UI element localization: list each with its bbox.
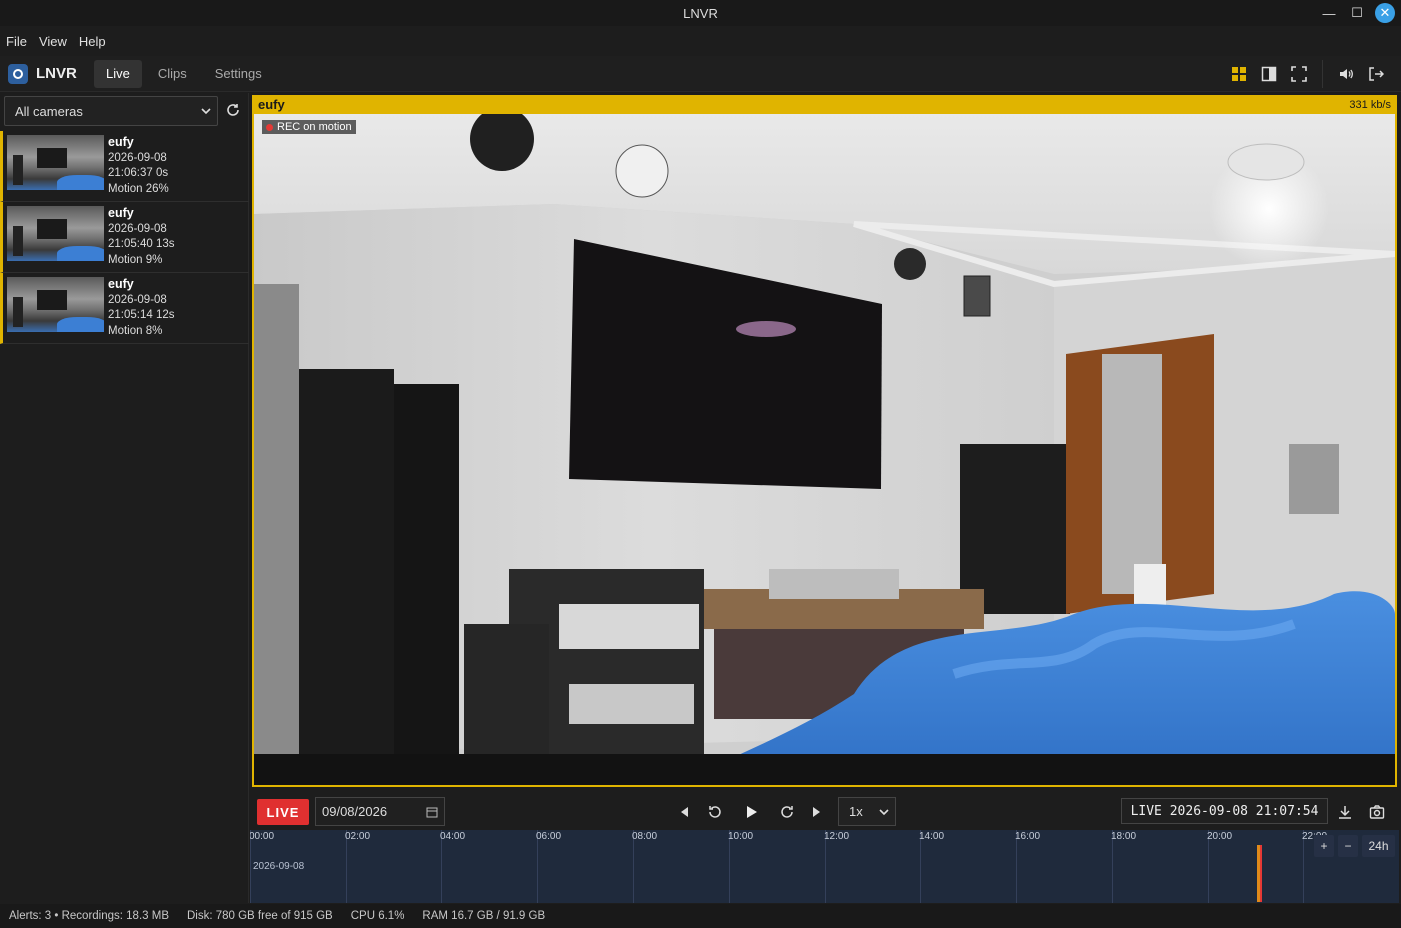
timeline-hour: 06:00 [536, 830, 561, 903]
event-date: 2026-09-08 [108, 151, 167, 164]
timeline-hour: 12:00 [824, 830, 849, 903]
event-time: 21:06:37 0s [108, 167, 169, 179]
status-bar: Alerts: 3 • Recordings: 18.3 MB Disk: 78… [0, 904, 1401, 928]
fullscreen-icon[interactable] [1286, 60, 1312, 88]
event-time: 21:05:14 12s [108, 309, 175, 321]
forward-icon[interactable] [775, 800, 799, 824]
timeline-hour: 20:00 [1207, 830, 1232, 903]
split-layout-icon[interactable] [1256, 60, 1282, 88]
camera-header: eufy 331 kb/s [252, 95, 1397, 114]
live-view: eufy 331 kb/s REC on motion [250, 93, 1401, 793]
previous-icon[interactable] [672, 800, 696, 824]
timeline-day-label: 2026-09-08 [253, 861, 305, 872]
zoom-out-button[interactable]: − [1338, 835, 1358, 857]
menu-help[interactable]: Help [73, 34, 112, 49]
playback-controls: LIVE 09/08/2026 1x LIVE 2026-09-08 21:07… [250, 794, 1401, 830]
event-thumbnail [7, 206, 104, 261]
timeline[interactable]: 00:00 02:00 04:00 06:00 08:00 10:00 12:0… [250, 830, 1399, 903]
event-motion: Motion 9% [108, 253, 163, 266]
app-toolbar: LNVR Live Clips Settings [0, 56, 1401, 92]
speed-select[interactable]: 1x [838, 797, 896, 826]
tab-clips[interactable]: Clips [146, 60, 199, 88]
camera-filter-value: All cameras [15, 103, 83, 119]
chevron-down-icon [879, 808, 889, 815]
menu-bar: File View Help [0, 28, 1401, 54]
status-alerts: Alerts: 3 • Recordings: 18.3 MB [9, 910, 169, 922]
event-thumbnail [7, 277, 104, 332]
event-motion: Motion 26% [108, 182, 169, 195]
window-title: LNVR [683, 5, 718, 21]
date-picker[interactable]: 09/08/2026 [315, 797, 445, 826]
event-camera: eufy [108, 206, 134, 220]
sidebar: All cameras eufy 2026-09-08 21:06:37 0s … [0, 93, 249, 903]
volume-icon[interactable] [1333, 60, 1359, 88]
close-icon[interactable]: ✕ [1375, 3, 1395, 23]
rewind-icon[interactable] [703, 800, 727, 824]
menu-view[interactable]: View [33, 34, 73, 49]
toolbar-divider [1322, 60, 1323, 88]
timeline-hour: 18:00 [1111, 830, 1136, 903]
timeline-hour: 10:00 [728, 830, 753, 903]
speed-value: 1x [849, 804, 863, 819]
camera-image [254, 114, 1395, 785]
recording-indicator: REC on motion [262, 120, 356, 134]
status-ram: RAM 16.7 GB / 91.9 GB [422, 910, 546, 922]
next-icon[interactable] [805, 800, 829, 824]
chevron-down-icon [201, 108, 211, 115]
timeline-hour: 22:00 [1302, 830, 1327, 903]
event-date: 2026-09-08 [108, 293, 167, 306]
app-logo: LNVR [8, 63, 94, 84]
rec-dot-icon [266, 123, 273, 131]
grid-layout-icon[interactable] [1226, 60, 1252, 88]
window-controls: — ☐ ✕ [1319, 3, 1395, 23]
current-timestamp: LIVE 2026-09-08 21:07:54 [1121, 798, 1328, 824]
event-item[interactable]: eufy 2026-09-08 21:06:37 0s Motion 26% [0, 131, 249, 202]
zoom-range-button[interactable]: 24h [1362, 835, 1395, 857]
logout-icon[interactable] [1363, 60, 1389, 88]
live-button[interactable]: LIVE [257, 799, 309, 825]
event-camera: eufy [108, 135, 134, 149]
camera-logo-icon [8, 63, 28, 84]
status-disk: Disk: 780 GB free of 915 GB [186, 910, 333, 922]
camera-name: eufy [258, 97, 285, 112]
event-motion: Motion 8% [108, 324, 163, 337]
calendar-icon[interactable] [426, 806, 438, 818]
view-tools [1226, 60, 1389, 88]
status-cpu: CPU 6.1% [350, 910, 405, 922]
event-list: eufy 2026-09-08 21:06:37 0s Motion 26% e… [0, 131, 249, 344]
camera-bitrate: 331 kb/s [1349, 98, 1391, 111]
minimize-icon[interactable]: — [1319, 3, 1339, 23]
maximize-icon[interactable]: ☐ [1347, 3, 1367, 23]
snapshot-icon[interactable] [1365, 800, 1389, 824]
zoom-in-button[interactable]: + [1314, 835, 1334, 857]
date-value: 09/08/2026 [322, 804, 388, 819]
window-titlebar: LNVR — ☐ ✕ [0, 0, 1401, 26]
app-name: LNVR [36, 65, 77, 82]
rec-status: REC on motion [277, 121, 352, 133]
tab-live[interactable]: Live [94, 59, 142, 88]
event-camera: eufy [108, 277, 134, 291]
timeline-hour: 02:00 [345, 830, 370, 903]
event-time: 21:05:40 13s [108, 238, 175, 250]
refresh-icon[interactable] [224, 101, 242, 119]
timeline-hour: 16:00 [1015, 830, 1040, 903]
camera-feed[interactable]: REC on motion [252, 114, 1397, 787]
timeline-hour: 08:00 [632, 830, 657, 903]
camera-filter-select[interactable]: All cameras [4, 96, 218, 126]
play-icon[interactable] [739, 800, 763, 824]
timeline-now-marker [1260, 845, 1262, 902]
tab-settings[interactable]: Settings [203, 60, 274, 88]
timeline-hour: 14:00 [919, 830, 944, 903]
menu-file[interactable]: File [0, 34, 33, 49]
event-date: 2026-09-08 [108, 222, 167, 235]
event-thumbnail [7, 135, 104, 190]
timeline-hour: 00:00 [250, 830, 274, 903]
timeline-hour: 04:00 [440, 830, 465, 903]
event-item[interactable]: eufy 2026-09-08 21:05:14 12s Motion 8% [0, 273, 249, 344]
event-item[interactable]: eufy 2026-09-08 21:05:40 13s Motion 9% [0, 202, 249, 273]
download-icon[interactable] [1333, 800, 1357, 824]
